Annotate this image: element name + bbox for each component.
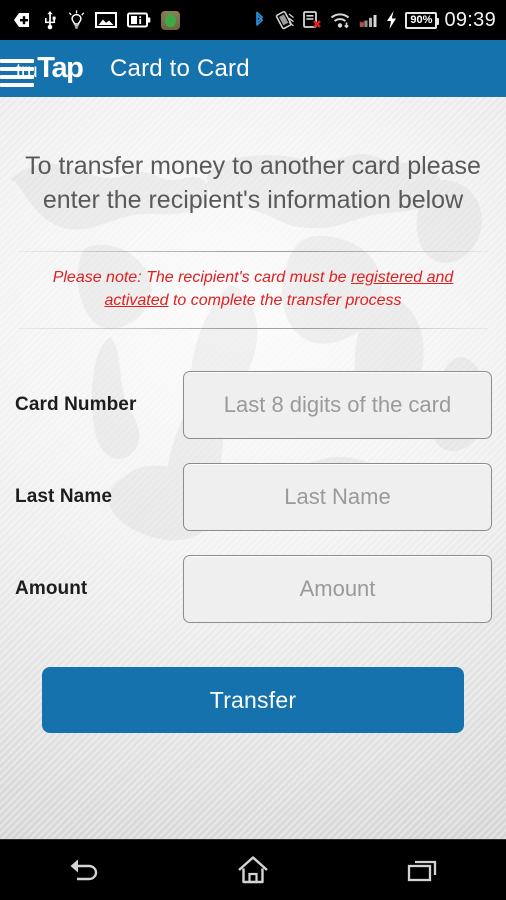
note-underline-1: registered and xyxy=(351,269,454,286)
battery-percent-label: 90% xyxy=(410,13,433,26)
form-row-last-name: Last Name Last Name xyxy=(0,463,506,531)
battery-info-icon xyxy=(127,12,151,28)
note-prefix: Please note: The recipient's card must b… xyxy=(52,269,352,286)
nav-home-button[interactable] xyxy=(208,840,298,900)
status-bar-right-icons: 90% 09:39 xyxy=(253,9,506,32)
transfer-form: Card Number Last 8 digits of the card La… xyxy=(0,371,506,733)
card-number-label: Card Number xyxy=(15,394,137,415)
battery-indicator: 90% xyxy=(405,11,440,29)
screen-rotation-off-icon xyxy=(276,10,295,30)
logo-text-bold: Tap xyxy=(37,51,84,84)
last-name-label: Last Name xyxy=(15,486,112,507)
amount-label: Amount xyxy=(15,578,88,599)
home-icon xyxy=(238,856,268,884)
logo-text: truTap xyxy=(16,51,84,87)
form-row-amount: Amount Amount xyxy=(0,555,506,623)
form-row-card-number: Card Number Last 8 digits of the card xyxy=(0,371,506,439)
recent-apps-icon xyxy=(407,860,436,882)
wifi-icon xyxy=(331,13,350,29)
android-navigation-bar xyxy=(0,839,506,900)
intro-text: To transfer money to another card please… xyxy=(0,149,506,217)
app-notification-icon xyxy=(161,10,180,30)
flashlight-icon xyxy=(68,10,85,29)
sync-error-icon xyxy=(303,11,322,28)
app-logo[interactable]: truTap xyxy=(0,47,96,91)
page-title: Card to Card xyxy=(110,54,250,82)
app-header: truTap Card to Card xyxy=(0,40,506,97)
recipient-note: Please note: The recipient's card must b… xyxy=(0,252,506,312)
intro-line-1: To transfer money to another card please xyxy=(25,152,481,180)
phone-screen: 90% 09:39 truTap Card to Card To transfe… xyxy=(0,0,506,900)
sdcard-eject-icon xyxy=(14,13,29,27)
page-content: To transfer money to another card please… xyxy=(0,97,506,839)
usb-icon xyxy=(45,11,56,30)
back-icon xyxy=(70,859,98,881)
cellular-signal-icon xyxy=(359,15,377,27)
transfer-button[interactable]: Transfer xyxy=(42,667,464,733)
logo-text-light: tru xyxy=(16,60,38,82)
bluetooth-icon xyxy=(256,11,264,26)
intro-line-2: enter the recipient's information below xyxy=(42,186,464,214)
gallery-icon xyxy=(95,12,117,28)
status-bar-clock: 09:39 xyxy=(444,8,496,31)
status-bar: 90% 09:39 xyxy=(0,0,506,40)
nav-back-button[interactable] xyxy=(39,840,129,900)
note-suffix: to complete the transfer process xyxy=(168,292,402,309)
submit-area: Transfer xyxy=(0,647,506,733)
card-number-input[interactable]: Last 8 digits of the card xyxy=(183,371,492,439)
status-bar-left-icons xyxy=(0,10,180,30)
divider-bottom xyxy=(18,328,488,329)
note-underline-2: activated xyxy=(104,292,169,309)
nav-recents-button[interactable] xyxy=(377,840,467,900)
charging-bolt-icon xyxy=(387,11,397,29)
last-name-input[interactable]: Last Name xyxy=(183,463,492,531)
amount-input[interactable]: Amount xyxy=(183,555,492,623)
